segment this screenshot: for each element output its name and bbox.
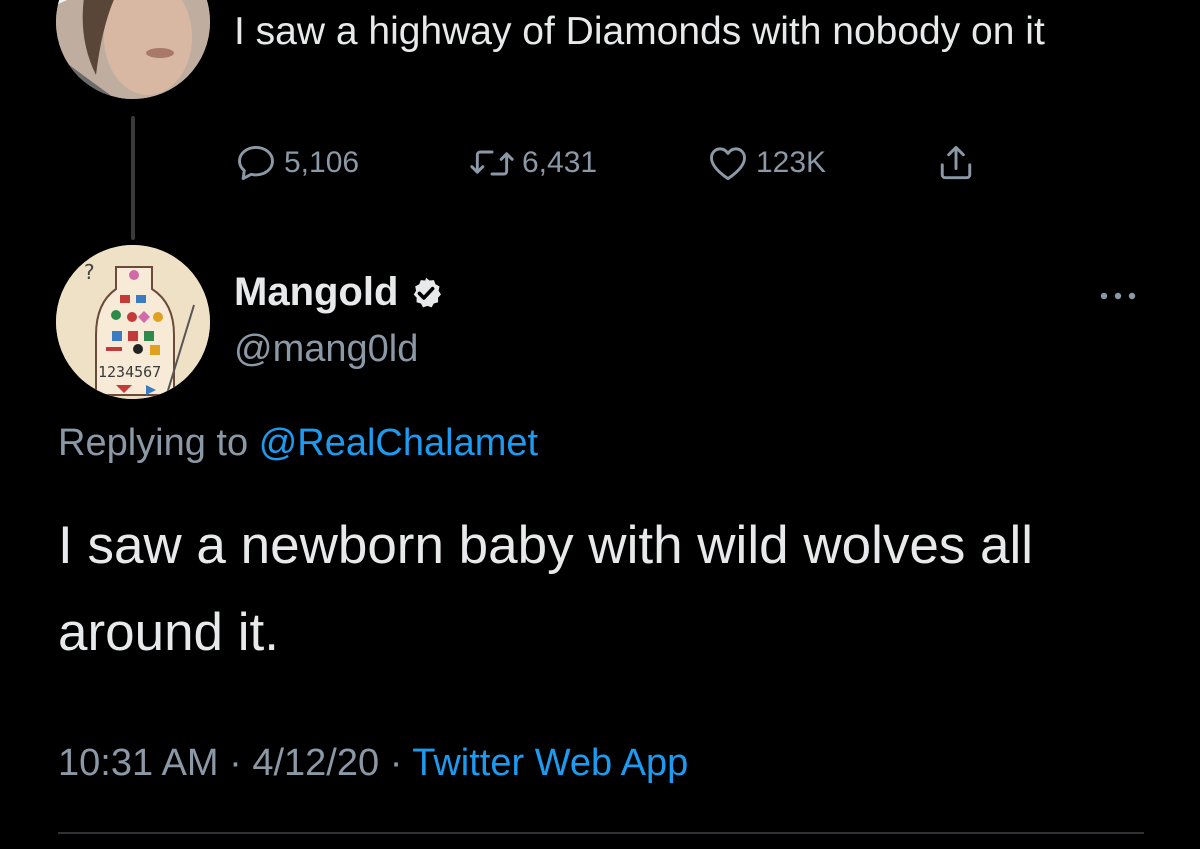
tweet-meta: 10:31 AM · 4/12/20 · Twitter Web App [58,742,688,785]
parent-author-avatar[interactable] [56,0,210,99]
reply-author-avatar[interactable]: 1234567 ? [56,245,210,399]
meta-separator: · [229,742,242,784]
tweet-source-link[interactable]: Twitter Web App [412,742,688,784]
replying-to-label: Replying to [58,422,249,464]
parent-tweet-text: I saw a highway of Diamonds with nobody … [234,10,1045,53]
reply-button[interactable]: 5,106 [234,138,359,188]
share-button[interactable] [934,138,978,188]
svg-text:1234567: 1234567 [98,363,161,381]
divider [58,832,1144,834]
reply-count: 5,106 [284,146,360,179]
svg-text:?: ? [84,260,95,284]
like-count: 123K [756,146,827,179]
retweet-count: 6,431 [522,146,598,179]
verified-badge-icon [414,277,442,307]
tweet-date[interactable]: 4/12/20 [252,742,379,784]
replying-to-mention-link[interactable]: @RealChalamet [259,422,538,464]
reply-tweet-text: I saw a newborn baby with wild wolves al… [58,516,1034,662]
heart-icon [710,147,746,181]
speech-bubble-icon [238,145,274,181]
author-name-text: Mangold [234,270,399,314]
tweet-action-bar: 5,106 6,431 123K [234,138,1034,188]
share-upload-icon [940,145,972,180]
thread-connector-line [131,116,135,240]
retweet-button[interactable]: 6,431 [468,138,597,188]
avatar-photo-icon [56,0,210,99]
tweet-time[interactable]: 10:31 AM [58,742,219,784]
replying-to-line: Replying to @RealChalamet [58,422,538,465]
avatar-poster-icon: 1234567 ? [56,245,210,399]
tweet-detail-page: I saw a highway of Diamonds with nobody … [0,0,1200,849]
more-dots-icon[interactable] [1094,284,1142,308]
like-button[interactable]: 123K [706,138,826,188]
meta-separator: · [389,742,403,784]
author-handle[interactable]: @mang0ld [234,328,418,371]
retweet-arrows-icon [470,150,514,176]
author-name[interactable]: Mangold [234,270,444,315]
